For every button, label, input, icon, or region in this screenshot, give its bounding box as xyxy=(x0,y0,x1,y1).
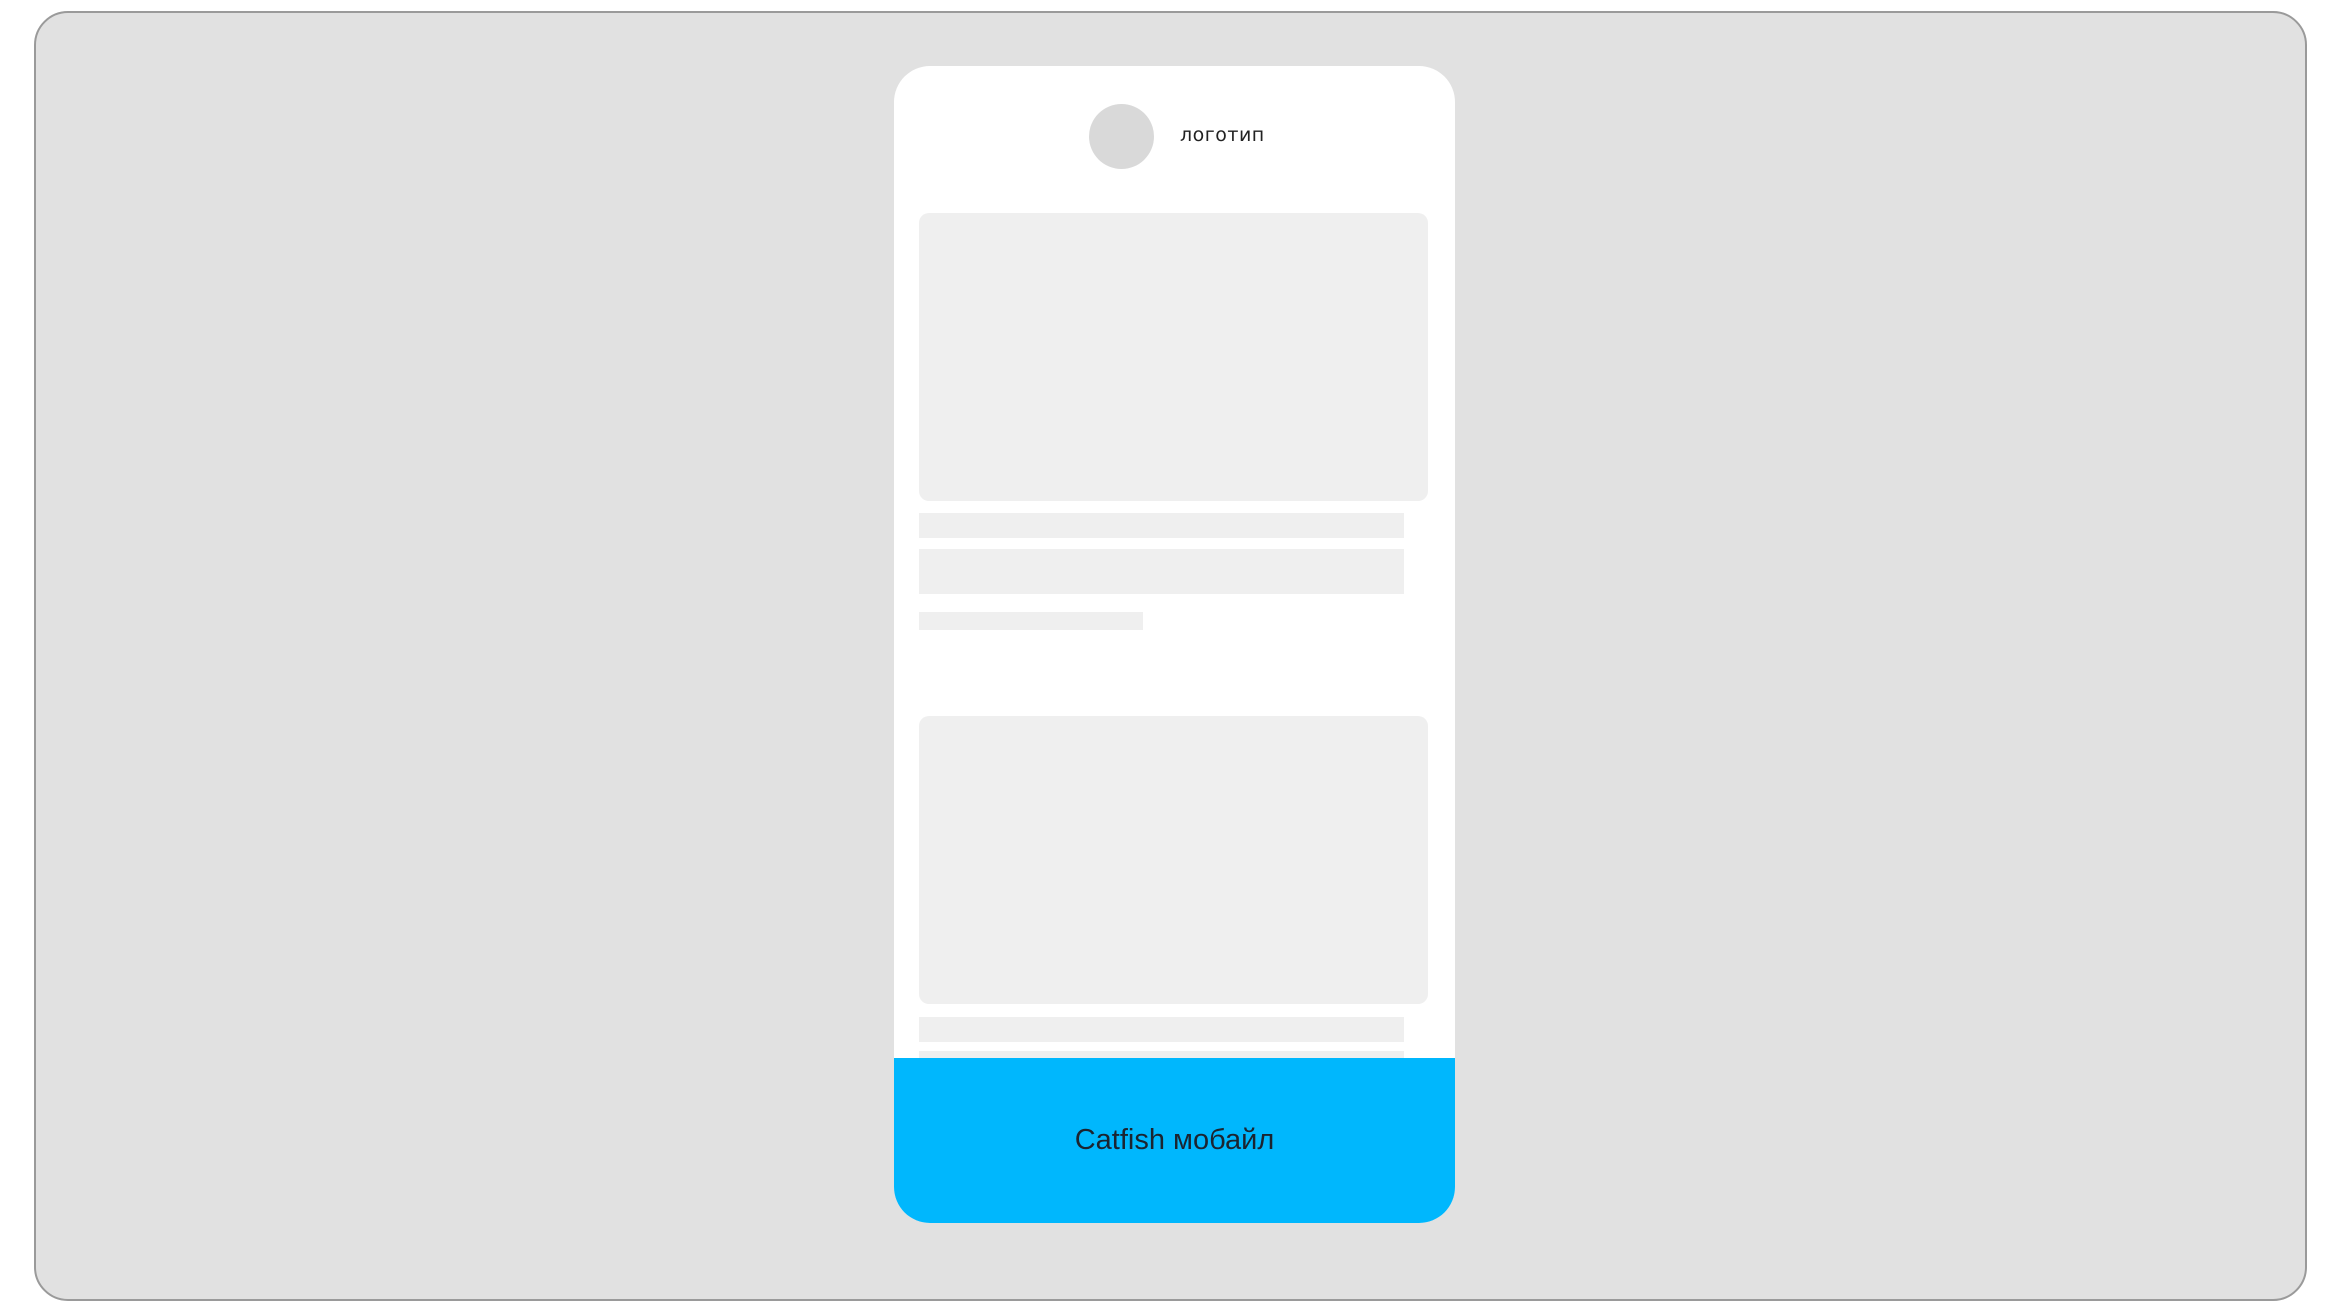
article-title-placeholder xyxy=(919,513,1404,538)
logo-placeholder-icon[interactable] xyxy=(1089,104,1154,169)
article-image-placeholder xyxy=(919,213,1428,501)
catfish-banner[interactable]: Catfish мобайл xyxy=(894,1058,1455,1223)
article-subtitle-placeholder xyxy=(919,549,1404,594)
article-meta-placeholder xyxy=(919,612,1143,630)
logo-label: логотип xyxy=(1180,124,1265,146)
site-header: логотип xyxy=(894,66,1455,196)
article-title-placeholder xyxy=(919,1017,1404,1042)
mobile-screen: логотип Catfish мобайл xyxy=(894,66,1455,1223)
canvas-frame: логотип Catfish мобайл xyxy=(34,11,2307,1301)
article-image-placeholder xyxy=(919,716,1428,1004)
catfish-banner-label: Catfish мобайл xyxy=(1074,1124,1275,1156)
